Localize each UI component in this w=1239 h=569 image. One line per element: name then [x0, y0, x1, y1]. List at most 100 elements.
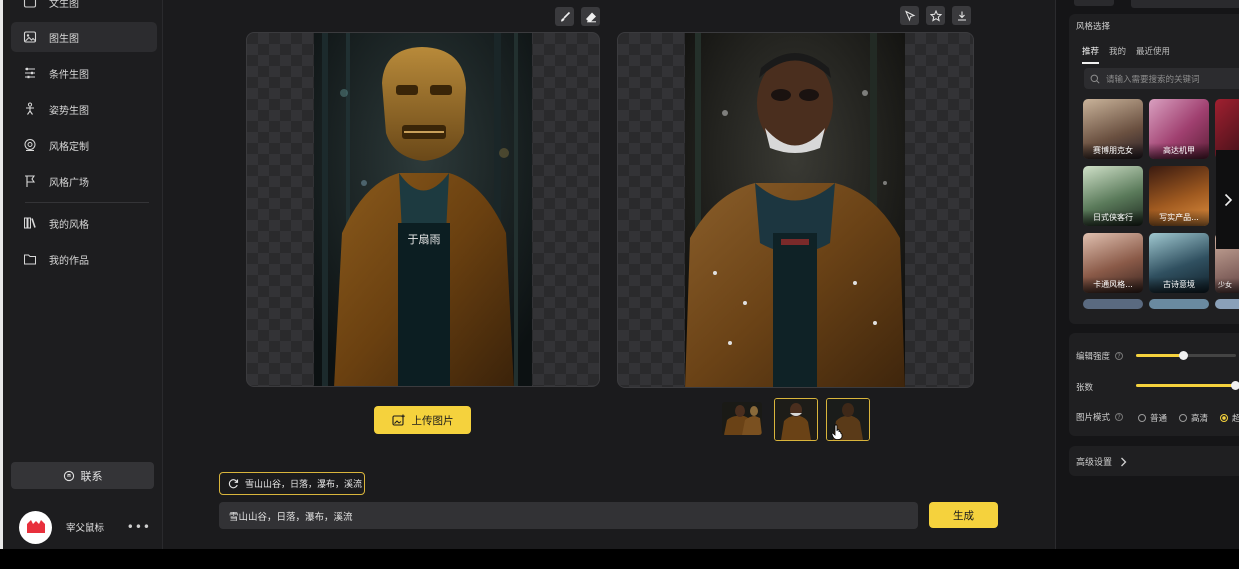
image-mode-label-text: 图片模式 — [1076, 413, 1111, 423]
style-tile[interactable] — [1215, 299, 1239, 309]
app-window: 文生图 图生图 条件生图 姿势生图 风格定制 风格广场 我的风格 我的作品 联系… — [0, 0, 1239, 549]
favorite-button[interactable] — [926, 6, 945, 25]
mode-label: 高清 — [1191, 414, 1209, 424]
mode-label: 超 — [1232, 414, 1239, 424]
style-tile[interactable]: 日式侠客行 — [1083, 166, 1143, 226]
style-tile[interactable] — [1083, 299, 1143, 309]
thumbnail-image — [775, 399, 817, 440]
image-mode-label: 图片模式? — [1076, 411, 1124, 423]
flag-icon — [25, 175, 36, 187]
radio-dot — [1138, 414, 1146, 422]
mode-radio-normal[interactable]: 普通 — [1138, 412, 1167, 424]
sidebar-divider — [25, 202, 149, 203]
count-slider-fill — [1136, 384, 1236, 387]
sidebar-item-style-plaza[interactable]: 风格广场 — [11, 166, 157, 196]
upload-label: 上传图片 — [411, 414, 454, 427]
prompt-suggestion-chip[interactable]: 雪山山谷，日落，瀑布，溪流 — [219, 472, 365, 495]
style-tile[interactable]: 高达机甲 — [1149, 99, 1209, 159]
sidebar-item-style-custom[interactable]: 风格定制 — [11, 130, 157, 160]
style-tile-label: 少女 — [1215, 278, 1239, 293]
search-icon — [1090, 74, 1100, 84]
sidebar-item-conditional[interactable]: 条件生图 — [11, 58, 157, 88]
books-icon — [24, 217, 36, 229]
count-label-text: 张数 — [1076, 383, 1094, 393]
source-image-panel[interactable]: 于扇雨 — [246, 32, 600, 387]
main-area: 于扇雨 上传图片 雪山山谷，日落，瀑布，溪流 雪山山谷，日落，瀑布，溪流 生成 — [164, 0, 1054, 549]
source-image: 于扇雨 — [314, 33, 532, 386]
download-icon — [957, 11, 966, 21]
result-thumbnail[interactable] — [722, 402, 762, 435]
contact-button[interactable]: 联系 — [11, 462, 154, 489]
model-select-label — [1074, 0, 1114, 6]
search-placeholder: 请输入需要搜索的关键词 — [1106, 74, 1200, 85]
style-search-input[interactable]: 请输入需要搜索的关键词 — [1084, 68, 1239, 89]
sliders-icon — [25, 67, 35, 79]
star-icon — [929, 9, 942, 22]
tab-mine[interactable]: 我的 — [1109, 45, 1126, 64]
hand-cursor-icon — [831, 424, 843, 440]
sidebar-item-my-styles[interactable]: 我的风格 — [11, 208, 157, 238]
pose-icon — [26, 102, 34, 115]
sidebar-item-label: 姿势生图 — [49, 105, 89, 117]
result-thumbnail[interactable] — [774, 398, 818, 441]
sidebar-item-pose[interactable]: 姿势生图 — [11, 94, 157, 124]
chat-icon — [63, 470, 74, 481]
sidebar-item-text-to-image[interactable]: 文生图 — [11, 0, 157, 17]
style-tile[interactable]: 古诗意境 — [1149, 233, 1209, 293]
sidebar-item-label: 文生图 — [49, 0, 79, 10]
count-label: 张数 — [1076, 381, 1093, 393]
style-tile[interactable]: 写实产品... — [1149, 166, 1209, 226]
advanced-settings-toggle[interactable]: 高级设置 — [1076, 455, 1127, 468]
sidebar-item-label: 我的作品 — [49, 255, 89, 267]
style-next-button[interactable] — [1216, 150, 1239, 249]
download-button[interactable] — [952, 6, 971, 25]
brush-tool-button[interactable] — [555, 7, 574, 26]
info-icon: ? — [1115, 352, 1124, 360]
radio-dot — [1220, 414, 1228, 422]
svg-text:于扇雨: 于扇雨 — [408, 232, 441, 246]
eraser-icon — [585, 12, 596, 22]
style-tile[interactable]: 赛博朋克女 — [1083, 99, 1143, 159]
more-icon[interactable]: ••• — [127, 520, 151, 534]
sidebar-item-my-works[interactable]: 我的作品 — [11, 244, 157, 274]
count-slider-handle[interactable] — [1231, 381, 1239, 390]
style-tile[interactable]: 卡通风格... — [1083, 233, 1143, 293]
model-select[interactable] — [1131, 0, 1239, 8]
user-name: 宰父鼠标 — [66, 523, 105, 534]
chevron-right-icon — [1121, 457, 1127, 466]
style-tile-label: 赛博朋克女 — [1083, 143, 1143, 159]
style-tile[interactable] — [1149, 299, 1209, 309]
prompt-chip-label: 雪山山谷，日落，瀑布，溪流 — [245, 480, 363, 490]
bottom-bar — [0, 549, 1239, 569]
user-profile[interactable]: 宰父鼠标 ••• — [19, 510, 159, 544]
tab-recommended[interactable]: 推荐 — [1082, 45, 1100, 64]
sidebar-item-image-to-image[interactable]: 图生图 — [11, 22, 157, 52]
brush-icon — [560, 11, 570, 21]
style-tile-label: 卡通风格... — [1083, 277, 1143, 293]
sidebar-item-label: 我的风格 — [49, 219, 89, 231]
tab-recent[interactable]: 最近使用 — [1136, 45, 1170, 64]
mode-radio-hd[interactable]: 高清 — [1179, 412, 1208, 424]
info-icon: ? — [1115, 413, 1124, 421]
mode-radio-ultra[interactable]: 超 — [1220, 412, 1239, 424]
refresh-icon — [228, 479, 239, 489]
chevron-right-icon — [1224, 193, 1232, 206]
image-icon — [23, 0, 37, 8]
result-image-panel[interactable] — [617, 32, 974, 388]
sidebar: 文生图 图生图 条件生图 姿势生图 风格定制 风格广场 我的风格 我的作品 联系… — [3, 0, 163, 549]
prompt-input[interactable]: 雪山山谷，日落，瀑布，溪流 — [219, 502, 918, 529]
sidebar-item-label: 图生图 — [49, 33, 79, 45]
avatar[interactable] — [19, 510, 52, 544]
sidebar-item-label: 风格定制 — [49, 141, 89, 153]
select-tool-button[interactable] — [900, 6, 919, 25]
strength-slider-handle[interactable] — [1179, 351, 1188, 360]
eraser-tool-button[interactable] — [581, 7, 600, 26]
result-image — [685, 33, 905, 387]
mode-label: 普通 — [1150, 414, 1168, 424]
style-tile-label: 古诗意境 — [1149, 277, 1209, 293]
strength-label-text: 编辑强度 — [1076, 352, 1111, 362]
upload-image-button[interactable]: 上传图片 — [374, 406, 471, 434]
target-icon — [24, 139, 36, 151]
advanced-label: 高级设置 — [1076, 458, 1113, 468]
generate-button[interactable]: 生成 — [929, 502, 998, 528]
